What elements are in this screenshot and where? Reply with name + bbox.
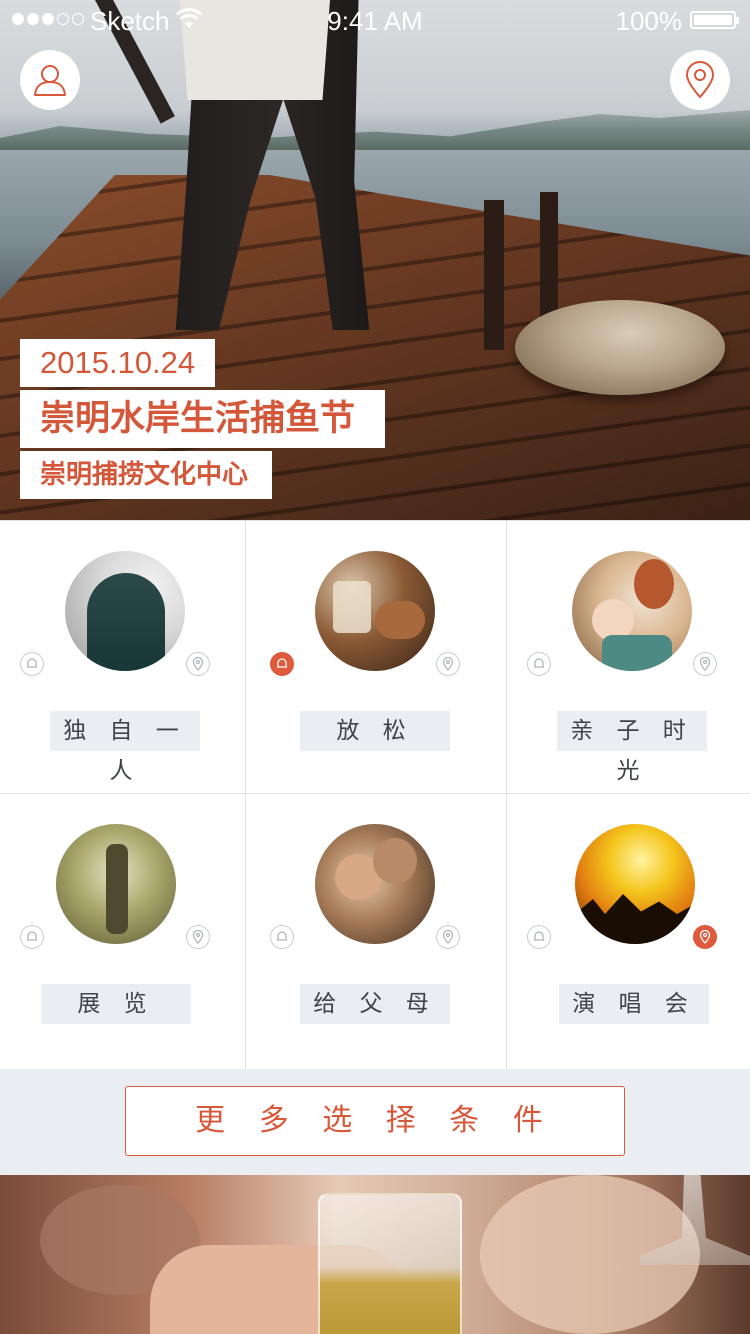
bell-icon <box>277 931 287 941</box>
category-thumbnail-concert <box>575 824 695 944</box>
category-grid: 独 自 一 人 放 松 亲 子 时 光 展 览 给 父 母 演 唱 会 <box>0 520 750 1070</box>
category-card-alone[interactable]: 独 自 一 人 <box>0 521 250 794</box>
like-badge[interactable] <box>527 925 551 949</box>
category-card-concert[interactable]: 演 唱 会 <box>507 794 750 1067</box>
category-label: 亲 子 时 光 <box>557 711 707 784</box>
like-badge[interactable] <box>20 925 44 949</box>
location-badge[interactable] <box>436 925 460 949</box>
category-label: 展 览 <box>41 984 191 1024</box>
location-pin-icon <box>685 61 715 99</box>
category-thumbnail-parents <box>315 824 435 944</box>
like-badge[interactable] <box>270 925 294 949</box>
category-label: 演 唱 会 <box>559 984 709 1024</box>
more-filters-button[interactable]: 更 多 选 择 条 件 <box>125 1086 625 1156</box>
event-venue[interactable]: 崇明捕捞文化中心 <box>20 451 273 499</box>
event-title[interactable]: 崇明水岸生活捕鱼节 <box>20 390 386 448</box>
category-label: 放 松 <box>300 711 450 751</box>
category-card-family[interactable]: 亲 子 时 光 <box>507 521 750 794</box>
bell-icon <box>534 658 544 668</box>
location-badge[interactable] <box>693 925 717 949</box>
like-badge[interactable] <box>20 652 44 676</box>
profile-button[interactable] <box>20 50 80 110</box>
status-bar: Sketch 9:41 AM 100% <box>0 0 750 40</box>
photo-wine-glass <box>318 1193 462 1334</box>
category-card-relax[interactable]: 放 松 <box>250 521 500 794</box>
location-badge[interactable] <box>186 652 210 676</box>
location-badge[interactable] <box>186 925 210 949</box>
like-badge[interactable] <box>527 652 551 676</box>
battery-icon <box>690 11 739 29</box>
location-pin-icon <box>442 657 454 671</box>
category-thumbnail-alone <box>65 551 185 671</box>
category-label: 独 自 一 人 <box>50 711 200 784</box>
category-thumbnail-exhibition <box>56 824 176 944</box>
bell-icon <box>534 931 544 941</box>
hero-banner[interactable]: Sketch 9:41 AM 100% 2015.10.24 崇明水岸生活捕鱼节… <box>0 0 750 520</box>
category-card-parents[interactable]: 给 父 母 <box>250 794 500 1067</box>
hero-straw-hat <box>515 300 725 395</box>
bell-icon <box>27 931 37 941</box>
more-options-bar: 更 多 选 择 条 件 <box>0 1069 750 1175</box>
location-pin-icon <box>192 657 204 671</box>
category-thumbnail-relax <box>315 551 435 671</box>
event-date: 2015.10.24 <box>20 339 216 387</box>
location-pin-icon <box>699 930 711 944</box>
user-profile-icon <box>34 65 66 96</box>
battery-percentage: 100% <box>615 6 683 36</box>
location-badge[interactable] <box>436 652 460 676</box>
category-card-exhibition[interactable]: 展 览 <box>0 794 250 1067</box>
location-pin-icon <box>192 930 204 944</box>
featured-photo-drinks[interactable] <box>0 1175 750 1334</box>
like-badge[interactable] <box>270 652 294 676</box>
hero-boat-post <box>484 200 504 350</box>
location-pin-icon <box>442 930 454 944</box>
location-badge[interactable] <box>693 652 717 676</box>
bell-icon <box>277 658 287 668</box>
category-thumbnail-family <box>572 551 692 671</box>
location-pin-icon <box>699 657 711 671</box>
category-label: 给 父 母 <box>300 984 450 1024</box>
bell-icon <box>27 658 37 668</box>
location-button[interactable] <box>670 50 730 110</box>
